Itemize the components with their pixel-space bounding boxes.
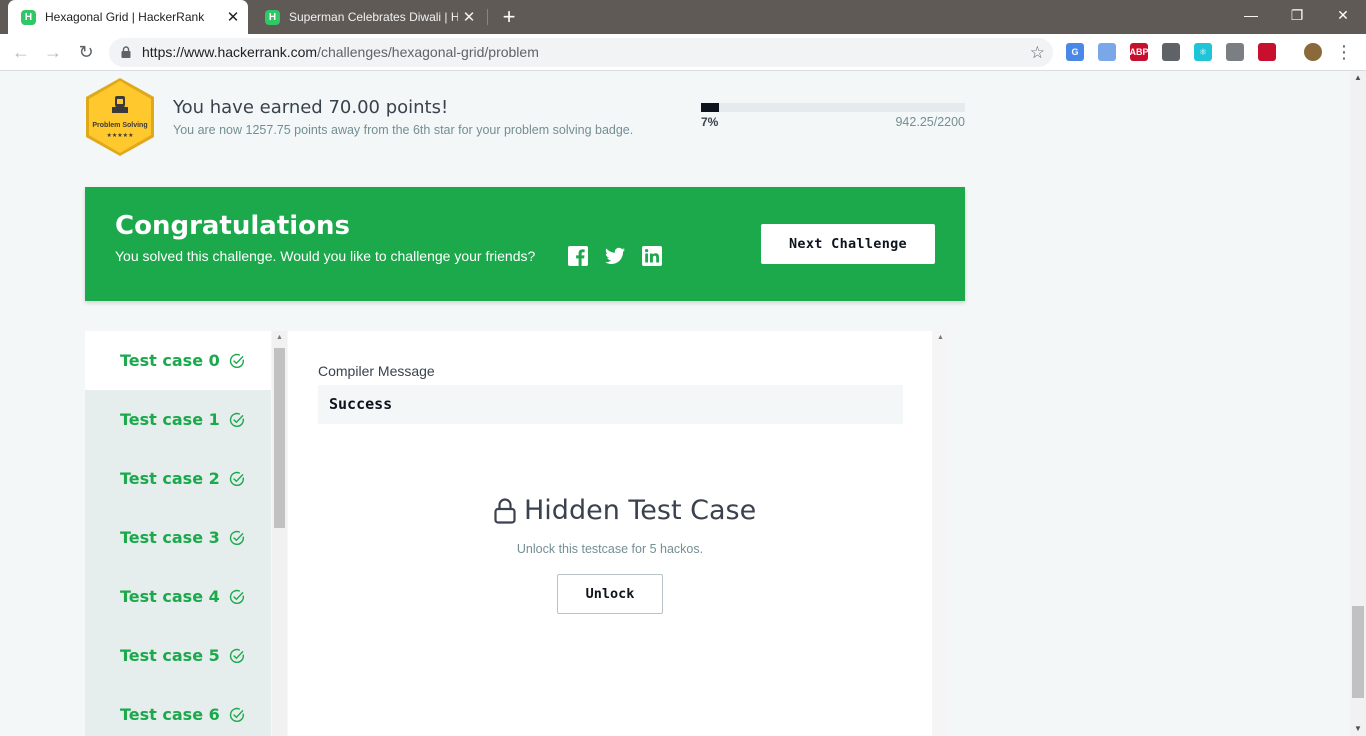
test-case-label: Test case 2	[120, 469, 220, 488]
block-extension-icon[interactable]	[1258, 43, 1276, 61]
page-scroll-thumb[interactable]	[1352, 606, 1364, 698]
address-bar[interactable]: https://www.hackerrank.com/challenges/he…	[109, 38, 1053, 67]
hidden-test-case-title: Hidden Test Case	[524, 495, 757, 526]
minimize-button[interactable]: —	[1228, 0, 1274, 30]
profile-avatar-icon[interactable]	[1304, 43, 1322, 61]
check-circle-icon	[229, 412, 244, 427]
test-case-scrollbar[interactable]: ▲	[272, 331, 287, 736]
window-close-button[interactable]: ✕	[1320, 0, 1366, 30]
test-case-list: Test case 0 Test case 1 Test case 2 Test ca…	[85, 331, 271, 736]
tab-title: Hexagonal Grid | HackerRank	[45, 10, 205, 24]
congratulations-title: Congratulations	[115, 211, 351, 241]
restore-button[interactable]: ❐	[1274, 0, 1320, 30]
detail-scrollbar[interactable]: ▲	[932, 331, 949, 736]
scroll-up-arrow-icon[interactable]: ▲	[1350, 71, 1366, 85]
badge-progress-bar	[701, 103, 965, 112]
browser-toolbar: ← → ↻ https://www.hackerrank.com/challen…	[0, 34, 1366, 71]
test-case-label: Test case 1	[120, 410, 220, 429]
test-case-detail-panel: Compiler Message Success Hidden Test Cas…	[288, 331, 932, 736]
check-circle-icon	[229, 707, 244, 722]
badge-progress-total: 942.25/2200	[895, 115, 965, 129]
test-case-label: Test case 5	[120, 646, 220, 665]
hidden-test-case-heading: Hidden Test Case	[494, 495, 756, 526]
check-circle-icon	[229, 589, 244, 604]
test-case-item[interactable]: Test case 2	[85, 449, 271, 508]
react-extension-icon[interactable]: ⚛	[1194, 43, 1212, 61]
test-case-item[interactable]: Test case 1	[85, 390, 271, 449]
docs-extension-icon[interactable]	[1098, 43, 1116, 61]
badge-label: Problem Solving	[92, 122, 147, 129]
keep-extension-icon[interactable]	[1162, 43, 1180, 61]
browser-menu-icon[interactable]: ⋮	[1334, 40, 1354, 64]
test-case-item[interactable]: Test case 3	[85, 508, 271, 567]
hackerrank-favicon-icon: H	[265, 9, 280, 25]
compiler-message-box: Success	[318, 385, 903, 424]
hackerrank-favicon-icon: H	[21, 9, 36, 25]
check-circle-icon	[229, 648, 244, 663]
compiler-message-value: Success	[329, 395, 393, 413]
problem-solving-badge: Problem Solving ★★★★★	[86, 78, 154, 156]
scroll-down-arrow-icon[interactable]: ▼	[1350, 722, 1366, 736]
browser-tab-bar: H Hexagonal Grid | HackerRank ✕ H Superm…	[0, 0, 1366, 34]
points-earned-subtitle: You are now 1257.75 points away from the…	[173, 123, 634, 137]
test-case-item[interactable]: Test case 0	[85, 331, 271, 390]
test-case-item[interactable]: Test case 4	[85, 567, 271, 626]
congratulations-message: You solved this challenge. Would you lik…	[115, 248, 536, 264]
tab-close-icon[interactable]: ✕	[458, 8, 480, 26]
facebook-icon[interactable]	[568, 246, 588, 266]
test-case-label: Test case 6	[120, 705, 220, 724]
check-circle-icon	[229, 471, 244, 486]
points-earned-title: You have earned 70.00 points!	[173, 97, 449, 118]
browser-tab-active[interactable]: H Hexagonal Grid | HackerRank ✕	[8, 0, 248, 34]
url-host: https://www.hackerrank.com	[142, 44, 318, 60]
new-tab-button[interactable]: +	[497, 4, 521, 30]
congratulations-banner: Congratulations You solved this challeng…	[85, 187, 965, 301]
bookmark-star-icon[interactable]: ☆	[1030, 38, 1045, 67]
back-button[interactable]: ←	[9, 40, 33, 64]
tab-divider	[487, 9, 488, 25]
url-text[interactable]: https://www.hackerrank.com/challenges/he…	[142, 38, 539, 67]
scroll-thumb[interactable]	[274, 348, 285, 528]
reload-button[interactable]: ↻	[74, 40, 98, 64]
tab-title: Superman Celebrates Diwali | Ha	[289, 10, 458, 24]
check-circle-icon	[229, 530, 244, 545]
badge-stars: ★★★★★	[107, 132, 134, 139]
lock-icon	[121, 46, 131, 58]
unlock-description: Unlock this testcase for 5 hackos.	[516, 542, 704, 556]
test-case-item[interactable]: Test case 6	[85, 685, 271, 736]
compiler-message-label: Compiler Message	[318, 363, 435, 379]
unlock-button[interactable]: Unlock	[557, 574, 663, 614]
page-scrollbar[interactable]: ▲ ▼	[1350, 71, 1366, 736]
tab-close-icon[interactable]: ✕	[222, 8, 244, 26]
twitter-icon[interactable]	[605, 246, 625, 266]
padlock-icon	[494, 497, 516, 524]
check-circle-icon	[229, 353, 244, 368]
test-case-item[interactable]: Test case 5	[85, 626, 271, 685]
linkedin-icon[interactable]	[642, 246, 662, 266]
chat-extension-icon[interactable]	[1226, 43, 1244, 61]
badge-progress-fill	[701, 103, 720, 112]
scroll-up-arrow-icon[interactable]: ▲	[932, 334, 949, 341]
test-case-label: Test case 4	[120, 587, 220, 606]
adblock-extension-icon[interactable]: ABP	[1130, 43, 1149, 61]
browser-tab-inactive[interactable]: H Superman Celebrates Diwali | Ha ✕	[252, 0, 484, 34]
test-case-label: Test case 3	[120, 528, 220, 547]
page-content: Problem Solving ★★★★★ You have earned 70…	[0, 71, 1350, 736]
url-path: /challenges/hexagonal-grid/problem	[317, 44, 539, 60]
forward-button[interactable]: →	[41, 40, 65, 64]
test-case-label: Test case 0	[120, 351, 220, 370]
next-challenge-button[interactable]: Next Challenge	[761, 224, 935, 264]
translate-extension-icon[interactable]: G	[1066, 43, 1084, 61]
badge-progress-percent: 7%	[701, 115, 719, 129]
scroll-up-arrow-icon[interactable]: ▲	[272, 334, 287, 341]
